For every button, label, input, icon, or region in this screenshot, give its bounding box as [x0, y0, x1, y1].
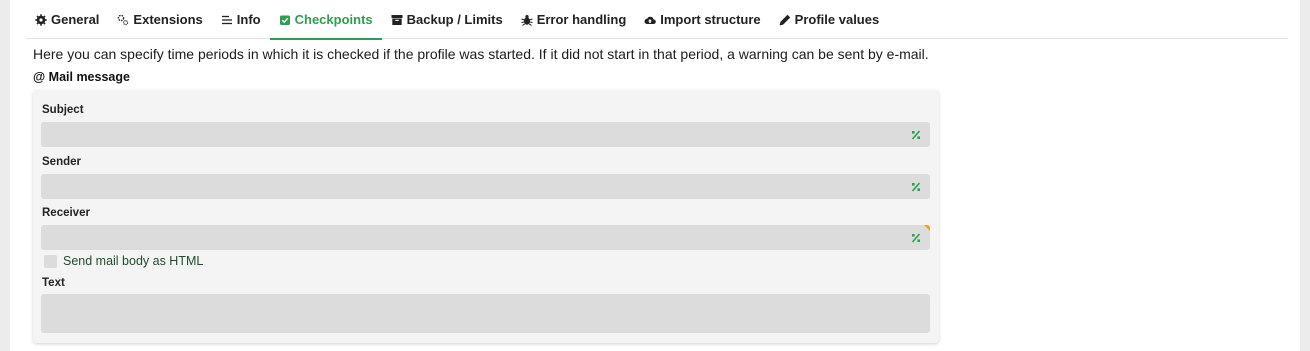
placeholder-variable-icon[interactable] [910, 128, 922, 140]
tab-label: Import structure [660, 12, 761, 27]
html-body-checkbox[interactable] [44, 254, 57, 268]
receiver-label: Receiver [42, 207, 90, 219]
tab-backup-limits[interactable]: Backup / Limits [382, 0, 512, 39]
tab-label: Backup / Limits [406, 12, 503, 27]
tab-checkpoints[interactable]: Checkpoints [269, 0, 382, 40]
receiver-field[interactable] [41, 225, 930, 250]
tab-general[interactable]: General [26, 0, 108, 39]
mail-message-panel: Subject Sender Receiver Send mail body a… [33, 90, 939, 343]
tab-import-structure[interactable]: Import structure [635, 0, 769, 39]
tab-label: Profile values [794, 12, 880, 27]
info-list-icon [221, 14, 233, 26]
tab-label: Error handling [536, 12, 627, 27]
text-label: Text [42, 277, 65, 289]
html-body-checkbox-row[interactable]: Send mail body as HTML [44, 254, 203, 268]
intro-text: Here you can specify time periods in whi… [33, 46, 929, 62]
sender-label: Sender [42, 156, 81, 168]
tab-label: Extensions [133, 12, 203, 27]
placeholder-variable-icon[interactable] [910, 231, 922, 243]
archive-icon [391, 14, 403, 26]
checkpoint-icon [279, 14, 291, 26]
tab-label: Info [236, 12, 261, 27]
tab-profile-values[interactable]: Profile values [770, 0, 889, 39]
cloud-upload-icon [644, 14, 657, 26]
subject-label: Subject [42, 104, 84, 116]
tab-label: Checkpoints [294, 12, 373, 27]
tab-bar: General Extensions Info Checkpoints Back… [26, 0, 1288, 40]
tab-info[interactable]: Info [212, 0, 270, 39]
placeholder-variable-icon[interactable] [910, 180, 922, 192]
extensions-icon [117, 14, 129, 26]
html-body-checkbox-label: Send mail body as HTML [63, 254, 204, 268]
gear-icon [35, 14, 47, 26]
mail-section-title: @ Mail message [33, 70, 130, 84]
required-marker [924, 225, 930, 231]
bug-icon [521, 14, 533, 26]
tab-label: General [51, 12, 100, 27]
tab-error-handling[interactable]: Error handling [512, 0, 636, 39]
pencil-icon [779, 14, 791, 26]
subject-field[interactable] [41, 122, 930, 147]
profile-settings-page: General Extensions Info Checkpoints Back… [10, 0, 1300, 351]
sender-field[interactable] [41, 174, 930, 199]
tab-extensions[interactable]: Extensions [108, 0, 211, 39]
text-body-field[interactable] [41, 294, 930, 333]
